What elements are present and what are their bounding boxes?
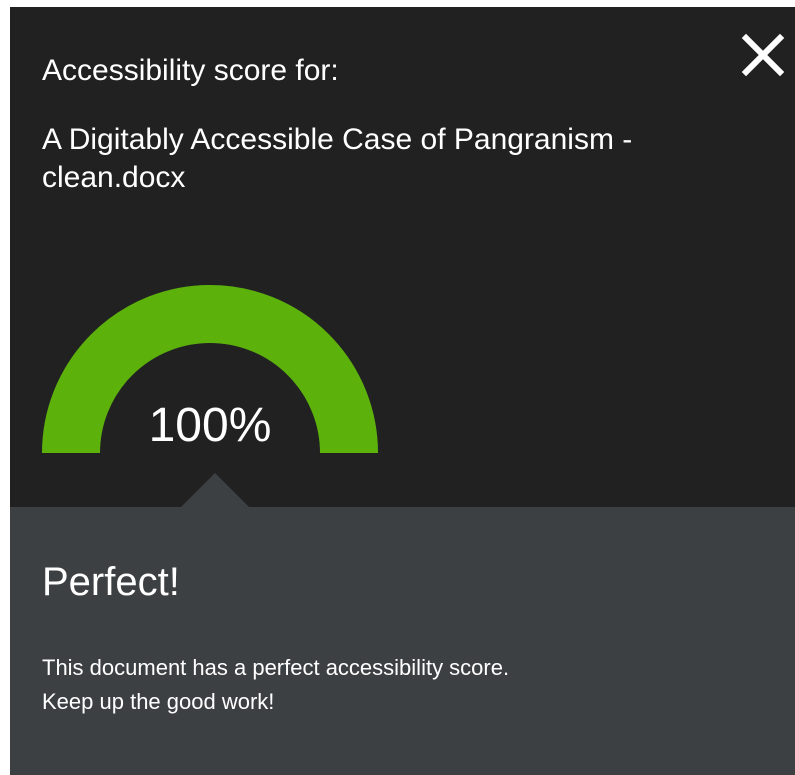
result-panel: Perfect! This document has a perfect acc… xyxy=(10,473,795,775)
description-line: This document has a perfect accessibilit… xyxy=(42,655,510,680)
score-gauge: 100% xyxy=(42,285,378,455)
score-value: 100% xyxy=(148,399,272,452)
accessibility-score-dialog: Accessibility score for: A Digitably Acc… xyxy=(10,7,795,775)
panel-pointer xyxy=(181,473,249,507)
description-line: Keep up the good work! xyxy=(42,689,275,714)
close-icon xyxy=(741,33,785,77)
result-description: This document has a perfect accessibilit… xyxy=(42,651,762,719)
result-title: Perfect! xyxy=(42,560,180,604)
dialog-heading: Accessibility score for: xyxy=(42,54,339,87)
document-name: A Digitably Accessible Case of Pangranis… xyxy=(42,123,633,194)
close-button[interactable] xyxy=(741,33,785,77)
